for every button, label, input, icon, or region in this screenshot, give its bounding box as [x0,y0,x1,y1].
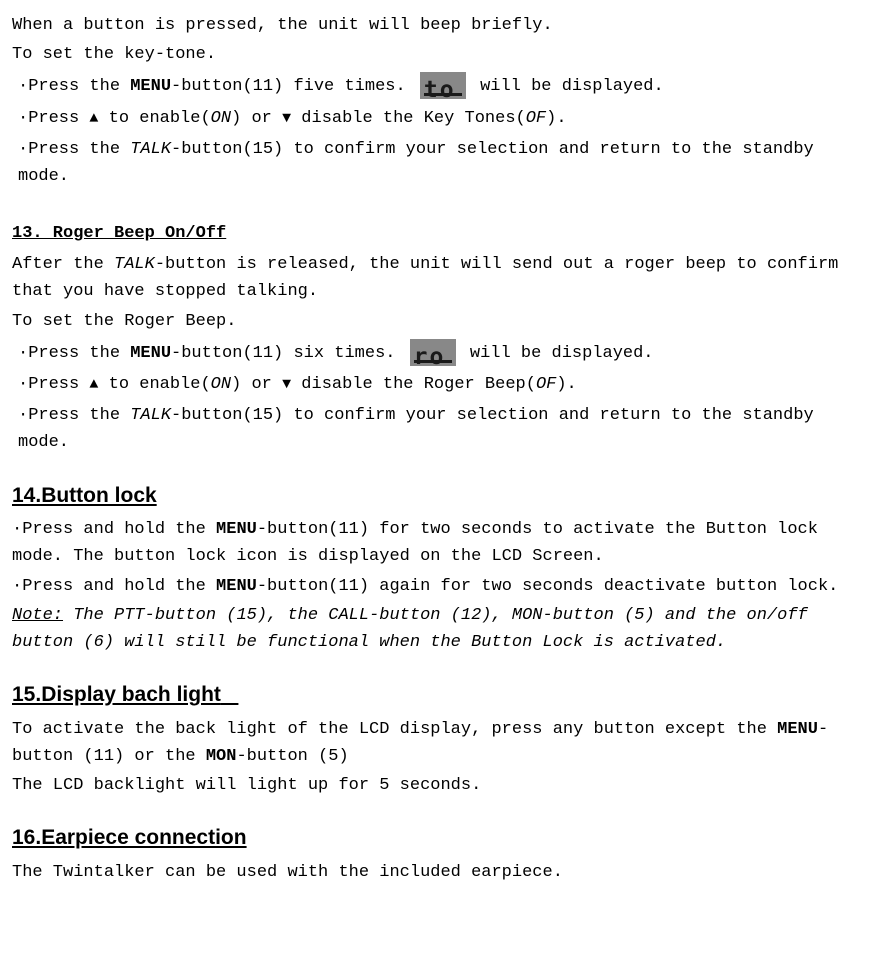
talk-label: TALK [130,140,171,159]
text: to enable( [98,109,210,128]
text: ·Press [18,375,89,394]
text: -button(11) five times. [171,77,416,96]
text: ·Press the [18,140,130,159]
text: To activate the back light of the LCD di… [12,720,777,739]
menu-label: MENU [216,520,257,539]
text: ·Press and hold the [12,577,216,596]
down-arrow-icon: ▼ [282,110,291,127]
lcd-text: to [424,72,456,109]
text: ·Press the [18,406,130,425]
text: ·Press and hold the [12,520,216,539]
lcd-to-icon: to [420,72,466,99]
text: ·Press [18,109,89,128]
text: ·Press the [18,344,130,363]
lcd-text: ro [414,339,446,376]
text: ). [546,109,566,128]
backlight-text-1: To activate the back light of the LCD di… [12,716,860,770]
text: disable the Key Tones( [291,109,526,128]
menu-label: MENU [216,577,257,596]
text: disable the Roger Beep( [291,375,536,394]
of-label: OF [526,109,546,128]
text: ) or [231,109,282,128]
earpiece-text: The Twintalker can be used with the incl… [12,859,860,886]
key-tone-step-3: ·Press the TALK-button(15) to confirm yo… [18,136,860,190]
text: will be displayed. [460,344,654,363]
section-16-heading: 16.Earpiece connection [12,821,860,855]
of-label: OF [536,375,556,394]
text: -button(11) again for two seconds deacti… [257,577,839,596]
text: ·Press the [18,77,130,96]
section-14-heading: 14.Button lock [12,479,860,513]
roger-step-1: ·Press the MENU-button(11) six times. ro… [18,339,860,367]
on-label: ON [211,109,231,128]
section-15-heading: 15.Display bach light [12,678,860,712]
key-tone-step-1: ·Press the MENU-button(11) five times. t… [18,72,860,100]
text: will be displayed. [470,77,664,96]
note-label: Note: [12,606,63,625]
talk-label: TALK [114,255,155,274]
menu-label: MENU [777,720,818,739]
text: to enable( [98,375,210,394]
roger-step-3: ·Press the TALK-button(15) to confirm yo… [18,402,860,456]
text: -button(11) six times. [171,344,406,363]
button-lock-step-1: ·Press and hold the MENU-button(11) for … [12,516,860,570]
mon-label: MON [206,747,237,766]
roger-intro-2: To set the Roger Beep. [12,308,860,335]
down-arrow-icon: ▼ [282,376,291,393]
roger-intro-1: After the TALK-button is released, the u… [12,251,860,305]
text: -button (5) [236,747,348,766]
key-tone-intro-2: To set the key-tone. [12,41,860,68]
section-13-heading: 13. Roger Beep On/Off [12,220,860,247]
text: ) or [231,375,282,394]
talk-label: TALK [130,406,171,425]
on-label: ON [211,375,231,394]
text: ). [556,375,576,394]
text: After the [12,255,114,274]
menu-label: MENU [130,344,171,363]
backlight-text-2: The LCD backlight will light up for 5 se… [12,772,860,799]
button-lock-note: Note: The PTT-button (15), the CALL-butt… [12,602,860,656]
menu-label: MENU [130,77,171,96]
note-body: The PTT-button (15), the CALL-button (12… [12,606,808,652]
button-lock-step-2: ·Press and hold the MENU-button(11) agai… [12,573,860,600]
lcd-ro-icon: ro [410,339,456,366]
key-tone-intro-1: When a button is pressed, the unit will … [12,12,860,39]
